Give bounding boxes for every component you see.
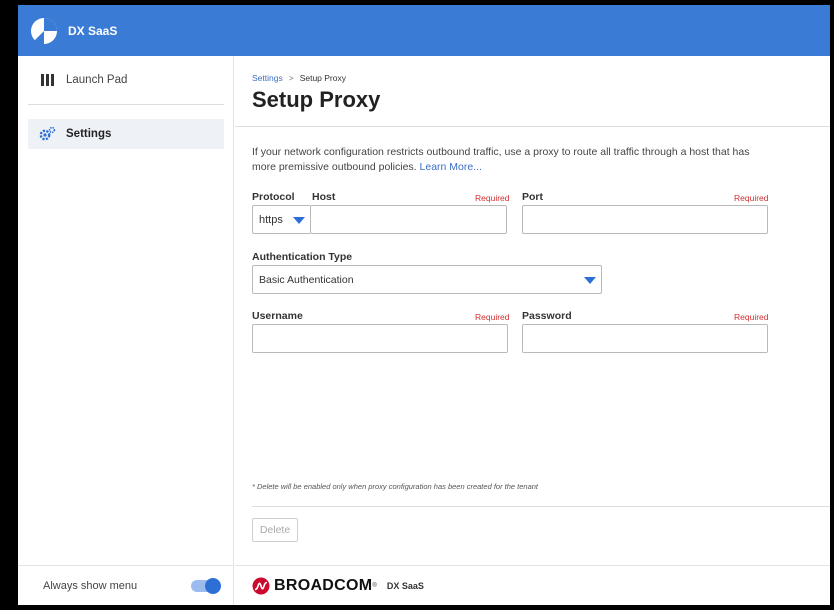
sidebar-item-launch-pad[interactable]: Launch Pad: [28, 65, 224, 95]
password-label: Password: [522, 310, 572, 322]
auth-type-label: Authentication Type: [252, 251, 353, 263]
always-show-menu-toggle[interactable]: [191, 577, 221, 594]
sidebar-footer: Always show menu: [18, 565, 234, 605]
gear-icon: [38, 126, 56, 141]
sidebar: Launch Pad Settings Always show menu: [18, 56, 234, 605]
delete-note: * Delete will be enabled only when proxy…: [252, 482, 539, 491]
app-window: DX SaaS Launch Pad Settings Always show …: [18, 5, 830, 605]
protocol-value: https: [259, 213, 283, 226]
port-required: Required: [734, 193, 769, 203]
port-input[interactable]: [522, 205, 768, 234]
page-description: If your network configuration restricts …: [252, 145, 772, 175]
sidebar-item-label: Launch Pad: [66, 74, 128, 86]
top-header: DX SaaS: [18, 5, 830, 56]
title-divider: [235, 126, 830, 127]
description-text: If your network configuration restricts …: [252, 146, 750, 173]
chevron-down-icon: [293, 217, 305, 224]
page-title: Setup Proxy: [252, 87, 381, 112]
actions-divider: [252, 506, 830, 507]
port-label: Port: [522, 191, 543, 203]
username-required: Required: [475, 312, 510, 322]
protocol-select[interactable]: https: [252, 205, 310, 234]
host-required: Required: [475, 193, 510, 203]
password-required: Required: [734, 312, 769, 322]
sidebar-divider: [28, 104, 224, 105]
sidebar-item-settings[interactable]: Settings: [28, 119, 224, 149]
page-footer: BROADCOM ® DX SaaS: [235, 565, 830, 605]
auth-type-select[interactable]: Basic Authentication: [252, 265, 602, 294]
breadcrumb-current: Setup Proxy: [299, 73, 346, 83]
username-input[interactable]: [252, 324, 508, 353]
username-label: Username: [252, 310, 303, 322]
trademark-mark: ®: [372, 582, 377, 589]
sidebar-item-label: Settings: [66, 128, 112, 140]
app-name: DX SaaS: [68, 23, 118, 38]
password-input[interactable]: [522, 324, 768, 353]
launch-pad-icon: [38, 73, 56, 87]
broadcom-wordmark: BROADCOM: [274, 576, 373, 594]
footer-app-name: DX SaaS: [386, 580, 424, 591]
auth-type-value: Basic Authentication: [259, 273, 354, 286]
breadcrumb-separator: >: [288, 73, 294, 83]
learn-more-link[interactable]: Learn More...: [420, 161, 482, 173]
broadcom-logo-icon: [252, 577, 270, 594]
chevron-down-icon: [584, 277, 596, 284]
breadcrumb-settings-link[interactable]: Settings: [252, 73, 283, 83]
host-input[interactable]: [310, 205, 507, 234]
dx-logo-icon[interactable]: [30, 17, 58, 45]
host-label: Host: [312, 191, 336, 203]
breadcrumb: Settings > Setup Proxy: [252, 73, 346, 83]
main-content: Settings > Setup Proxy Setup Proxy If your…: [235, 56, 830, 605]
protocol-label: Protocol: [252, 191, 295, 203]
delete-button[interactable]: Delete: [252, 518, 298, 542]
always-show-menu-label: Always show menu: [43, 579, 138, 592]
